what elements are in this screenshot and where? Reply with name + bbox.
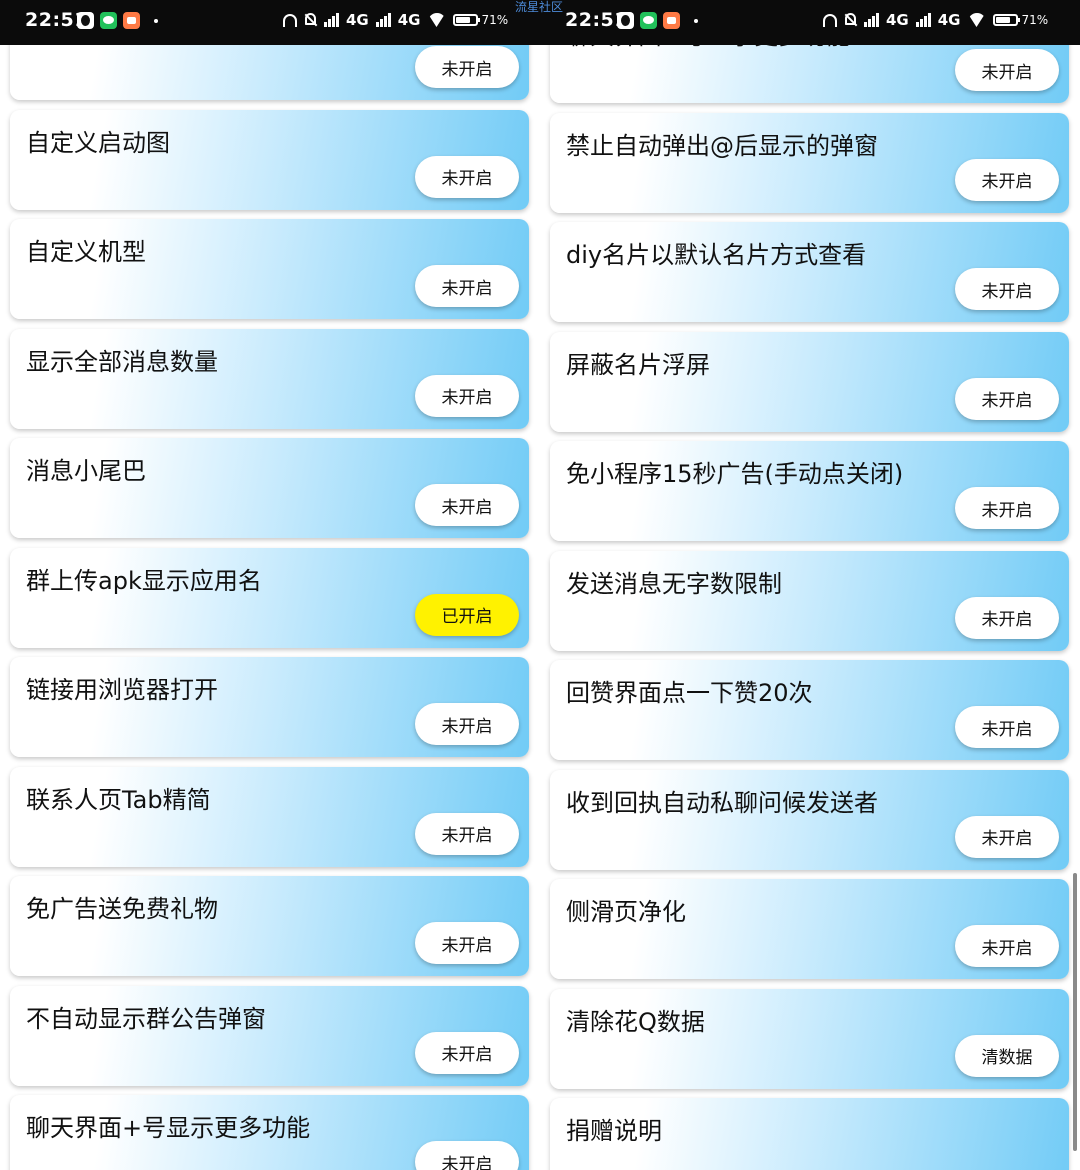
- battery-icon: [992, 14, 1020, 26]
- toggle-button[interactable]: 未开启: [955, 377, 1059, 420]
- toggle-button[interactable]: 未开启: [415, 155, 519, 198]
- setting-title: 自定义机型: [26, 238, 146, 266]
- setting-title: 自定义启动图: [26, 128, 170, 157]
- qq-icon: [77, 12, 94, 29]
- setting-title: 清除花Q数据: [566, 1007, 705, 1036]
- setting-title: 免小程序15秒广告(手动点关闭): [566, 460, 904, 488]
- setting-title: 禁止自动弹出@后显示的弹窗: [566, 131, 878, 160]
- toggle-button[interactable]: 未开启: [415, 1031, 519, 1074]
- setting-card[interactable]: 免广告送免费礼物未开启: [10, 876, 529, 976]
- signal-icon: [915, 13, 931, 27]
- setting-card[interactable]: 清除花Q数据清数据: [550, 988, 1069, 1089]
- setting-card[interactable]: 群上传apk显示应用名已开启: [10, 547, 529, 648]
- setting-title: 免广告送免费礼物: [26, 895, 218, 923]
- taobao-icon: [123, 12, 140, 29]
- right-settings-list: 聊天界面+号显示更多功能未开启禁止自动弹出@后显示的弹窗未开启diy名片以默认名…: [540, 45, 1080, 1170]
- setting-card[interactable]: 不自动显示群公告弹窗未开启: [10, 985, 529, 1086]
- setting-title: 发送消息无字数限制: [566, 569, 782, 598]
- qq-icon: [617, 12, 634, 29]
- toggle-button[interactable]: 未开启: [955, 925, 1059, 967]
- wechat-icon: [640, 12, 657, 29]
- signal-icon: [375, 13, 391, 27]
- setting-card[interactable]: 捐赠说明: [550, 1098, 1069, 1170]
- toggle-button[interactable]: 未开启: [415, 46, 519, 88]
- setting-card[interactable]: 联系人页Tab精简未开启: [10, 766, 529, 867]
- wifi-icon: [428, 13, 446, 27]
- watermark: 流星社区: [515, 0, 564, 14]
- silent-bell-icon: [304, 12, 317, 28]
- wechat-icon: [100, 12, 117, 29]
- toggle-button[interactable]: 未开启: [415, 922, 519, 964]
- toggle-button[interactable]: 未开启: [955, 596, 1059, 639]
- setting-title: 显示全部消息数量: [26, 347, 218, 376]
- scrollbar-thumb[interactable]: [1073, 873, 1077, 1151]
- toggle-button[interactable]: 未开启: [415, 703, 519, 745]
- setting-title: 聊天页显示完整时间: [26, 45, 242, 48]
- setting-card[interactable]: 发送消息无字数限制未开启: [550, 550, 1069, 651]
- network-type: 4G: [397, 11, 421, 29]
- status-bar-left: 22:51 4G 4G 71%: [0, 0, 540, 45]
- setting-title: 侧滑页净化: [566, 898, 686, 926]
- setting-title: 联系人页Tab精简: [26, 785, 211, 814]
- battery-percent: 71%: [481, 13, 509, 27]
- setting-card[interactable]: 自定义启动图未开启: [10, 109, 529, 210]
- setting-title: 收到回执自动私聊问候发送者: [566, 788, 878, 817]
- wifi-icon: [968, 13, 986, 27]
- setting-title: 屏蔽名片浮屏: [566, 350, 710, 379]
- toggle-button[interactable]: 未开启: [955, 706, 1059, 748]
- battery-percent: 71%: [1021, 13, 1049, 27]
- setting-card[interactable]: 聊天界面+号显示更多功能未开启: [10, 1095, 529, 1170]
- setting-card[interactable]: 回赞界面点一下赞20次未开启: [550, 660, 1069, 760]
- toggle-button[interactable]: 未开启: [955, 815, 1059, 858]
- setting-card[interactable]: 禁止自动弹出@后显示的弹窗未开启: [550, 112, 1069, 213]
- toggle-on-button[interactable]: 已开启: [415, 593, 519, 636]
- setting-title: diy名片以默认名片方式查看: [566, 241, 867, 269]
- battery-icon: [452, 14, 480, 26]
- setting-card[interactable]: 消息小尾巴未开启: [10, 438, 529, 538]
- toggle-button[interactable]: 清数据: [955, 1034, 1059, 1077]
- setting-card[interactable]: 聊天界面+号显示更多功能未开启: [550, 45, 1069, 103]
- setting-title: 消息小尾巴: [26, 457, 146, 485]
- taobao-icon: [663, 12, 680, 29]
- setting-title: 不自动显示群公告弹窗: [26, 1004, 266, 1033]
- toggle-button[interactable]: 未开启: [955, 49, 1059, 91]
- setting-card[interactable]: diy名片以默认名片方式查看未开启: [550, 222, 1069, 322]
- left-settings-list: 聊天页显示完整时间未开启自定义启动图未开启自定义机型未开启显示全部消息数量未开启…: [0, 45, 540, 1170]
- notification-dot-icon: [694, 18, 698, 23]
- notification-dot-icon: [154, 18, 158, 23]
- setting-title: 聊天界面+号显示更多功能: [566, 45, 850, 51]
- setting-title: 群上传apk显示应用名: [26, 566, 262, 595]
- network-type: 4G: [346, 11, 369, 29]
- setting-title: 捐赠说明: [566, 1117, 662, 1145]
- toggle-button[interactable]: 未开启: [415, 265, 519, 307]
- network-type: 4G: [937, 11, 961, 29]
- signal-icon: [324, 13, 339, 27]
- toggle-button[interactable]: 未开启: [415, 1141, 519, 1170]
- status-bar-right: 22:51 4G 4G 71%: [540, 0, 1080, 45]
- toggle-button[interactable]: 未开启: [415, 374, 519, 417]
- toggle-button[interactable]: 未开启: [415, 484, 519, 526]
- setting-card[interactable]: 屏蔽名片浮屏未开启: [550, 331, 1069, 432]
- signal-icon: [864, 13, 879, 27]
- setting-card[interactable]: 自定义机型未开启: [10, 219, 529, 319]
- toggle-button[interactable]: 未开启: [955, 487, 1059, 529]
- toggle-button[interactable]: 未开启: [415, 812, 519, 855]
- toggle-button[interactable]: 未开启: [955, 268, 1059, 310]
- setting-title: 回赞界面点一下赞20次: [566, 679, 813, 707]
- setting-card[interactable]: 免小程序15秒广告(手动点关闭) 未开启: [550, 441, 1069, 541]
- silent-bell-icon: [844, 12, 857, 28]
- setting-card[interactable]: 聊天页显示完整时间 未开启: [10, 45, 529, 100]
- setting-title: 聊天界面+号显示更多功能: [26, 1114, 311, 1142]
- toggle-button[interactable]: 未开启: [955, 158, 1059, 201]
- headphone-icon: [823, 13, 837, 27]
- setting-card[interactable]: 收到回执自动私聊问候发送者未开启: [550, 769, 1069, 870]
- headphone-icon: [283, 13, 297, 27]
- setting-card[interactable]: 链接用浏览器打开未开启: [10, 657, 529, 757]
- setting-card[interactable]: 显示全部消息数量未开启: [10, 328, 529, 429]
- setting-card[interactable]: 侧滑页净化未开启: [550, 879, 1069, 979]
- setting-title: 链接用浏览器打开: [26, 676, 218, 704]
- network-type: 4G: [886, 11, 909, 29]
- status-bar: 22:51 4G 4G 71% 22:51 4G 4G 71% 流星社区: [0, 0, 1080, 45]
